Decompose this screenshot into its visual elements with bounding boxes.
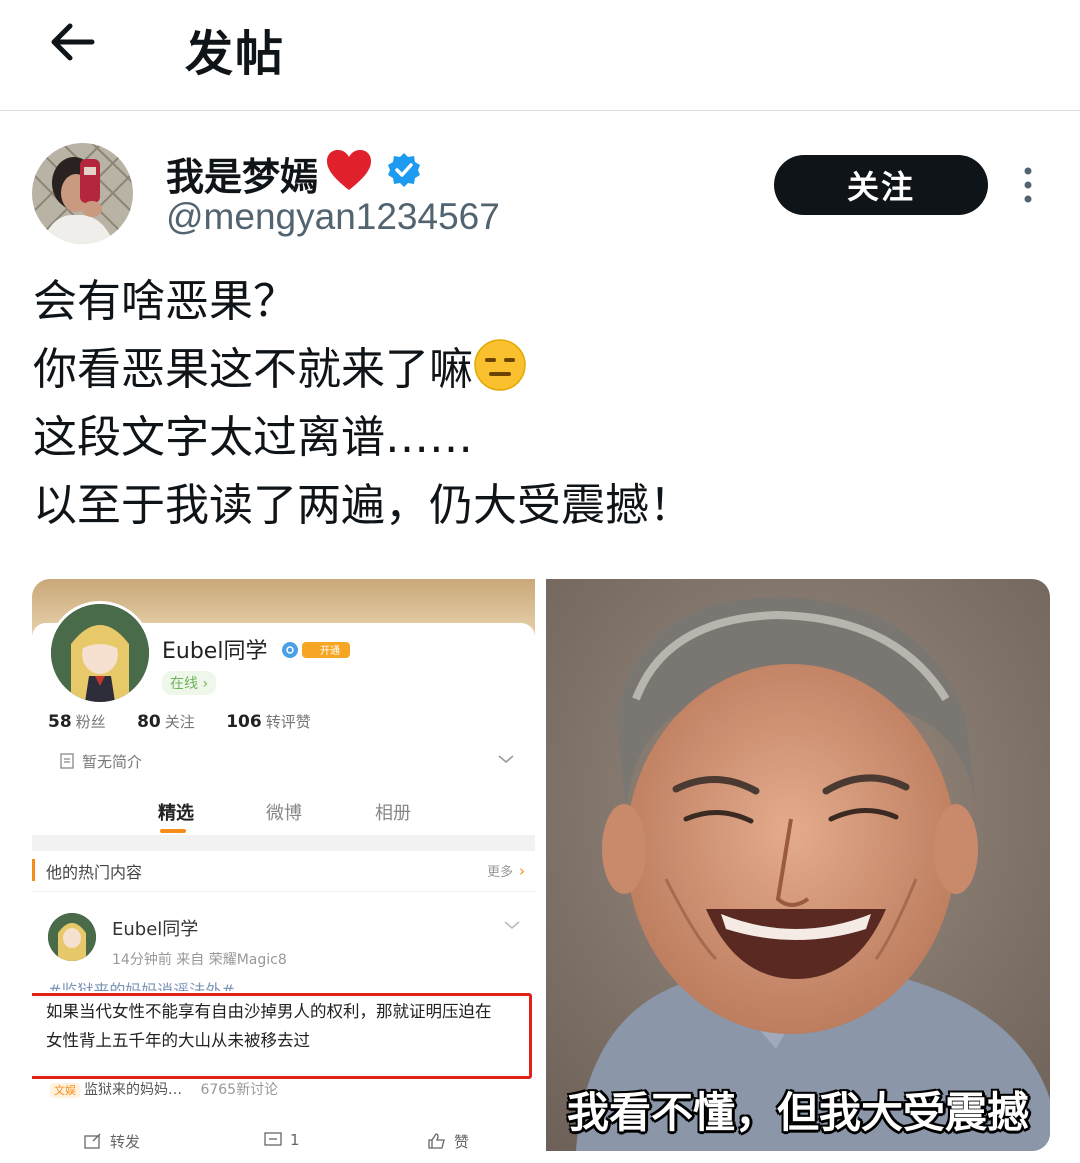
follow-button[interactable]: 关注 <box>774 155 988 215</box>
author-display-name[interactable]: 我是梦嫣 <box>166 146 318 201</box>
red-highlight-box <box>32 993 532 1079</box>
hot-accent-bar <box>32 859 35 881</box>
divider <box>32 891 535 892</box>
following-label: 关注 <box>164 713 195 731</box>
comment-icon <box>264 1132 282 1146</box>
weibo-profile-card: Eubel同学 开通 在线 › 58 粉丝 80 关注 106 转评赞 暂无简介 精选… <box>32 601 535 1151</box>
weibo-stats: 58 粉丝 80 关注 106 转评赞 <box>48 711 337 732</box>
meme-caption: 我看不懂，但我大受震撼 <box>566 1088 1029 1137</box>
more-label: 更多 <box>486 865 513 880</box>
section-gap <box>32 835 535 851</box>
post-line: 会有啥恶果？ <box>33 276 297 327</box>
weibo-vip-label: 开通 <box>320 645 340 657</box>
following-count: 80 <box>137 712 161 732</box>
tab-weibo: 微博 <box>266 803 302 824</box>
document-icon <box>60 753 74 769</box>
post-author-name: Eubel同学 <box>112 919 199 940</box>
weibo-username: Eubel同学 <box>162 639 268 664</box>
attached-image-weibo-screenshot[interactable]: Eubel同学 开通 在线 › 58 粉丝 80 关注 106 转评赞 暂无简介 精选… <box>32 579 535 1151</box>
post-line-text: 你看恶果这不就来了嘛 <box>33 344 473 395</box>
red-heart-icon <box>327 150 371 190</box>
post-avatar <box>48 913 96 961</box>
tab-featured: 精选 <box>158 803 194 824</box>
more-options-icon[interactable] <box>1016 165 1040 205</box>
meme-photo <box>546 579 1050 1151</box>
repost-icon <box>84 1133 101 1149</box>
chevron-down-icon <box>498 755 514 764</box>
likes-count: 106 <box>226 712 262 732</box>
hot-content-header: 他的热门内容 更多 › <box>32 855 535 885</box>
page-title: 发帖 <box>185 26 286 82</box>
comment-action: 1 <box>264 1131 300 1149</box>
comment-count: 1 <box>290 1131 300 1149</box>
weibo-vip-badge: 开通 <box>282 639 352 665</box>
attached-image-meme[interactable]: 我看不懂，但我大受震撼 <box>546 579 1050 1151</box>
topic-pill: 文娱 <box>50 1083 80 1098</box>
back-arrow-icon[interactable] <box>48 20 96 64</box>
repost-action: 转发 <box>84 1131 140 1151</box>
post-body: 会有啥恶果？ 你看恶果这不就来了嘛 这段文字太过离谱…… 以至于我读了两遍，仍大… <box>33 268 693 540</box>
topic-tag-count: 6765新讨论 <box>200 1082 279 1098</box>
weibo-avatar <box>48 601 152 705</box>
like-action: 赞 <box>428 1131 469 1151</box>
post-topic: #监狱来的妈妈逍遥法外# <box>48 981 235 991</box>
weibo-bio-text: 暂无简介 <box>82 753 143 771</box>
expressionless-face-emoji-icon <box>474 339 526 391</box>
tab-album: 相册 <box>375 803 411 824</box>
active-tab-indicator <box>160 829 186 833</box>
post-meta: 14分钟前 来自 荣耀Magic8 <box>112 952 287 968</box>
weibo-tabs: 精选 微博 相册 <box>32 791 535 835</box>
chevron-down-icon <box>504 921 520 930</box>
topic-tag: 文娱 监狱来的妈妈… 6765新讨论 <box>50 1079 278 1099</box>
repost-label: 转发 <box>110 1133 141 1151</box>
hot-content-title: 他的热门内容 <box>46 863 143 882</box>
topic-tag-title: 监狱来的妈妈… <box>84 1082 182 1098</box>
online-status: 在线 › <box>162 671 217 695</box>
followers-label: 粉丝 <box>75 713 106 731</box>
author-handle[interactable]: @mengyan1234567 <box>166 196 500 238</box>
followers-count: 58 <box>48 712 72 732</box>
more-link: 更多 › <box>487 861 525 880</box>
likes-label: 转评赞 <box>265 713 311 731</box>
post-line: 这段文字太过离谱…… <box>33 412 473 463</box>
chevron-right-icon: › <box>519 862 525 880</box>
thumbs-up-icon <box>428 1133 445 1149</box>
like-label: 赞 <box>454 1133 470 1151</box>
verified-badge-icon <box>388 153 420 187</box>
post-line: 你看恶果这不就来了嘛 <box>33 336 693 404</box>
weibo-bio: 暂无简介 <box>60 751 142 772</box>
top-bar: 发帖 <box>0 0 1080 111</box>
author-avatar[interactable] <box>32 143 133 244</box>
post-line: 以至于我读了两遍，仍大受震撼！ <box>33 480 693 531</box>
